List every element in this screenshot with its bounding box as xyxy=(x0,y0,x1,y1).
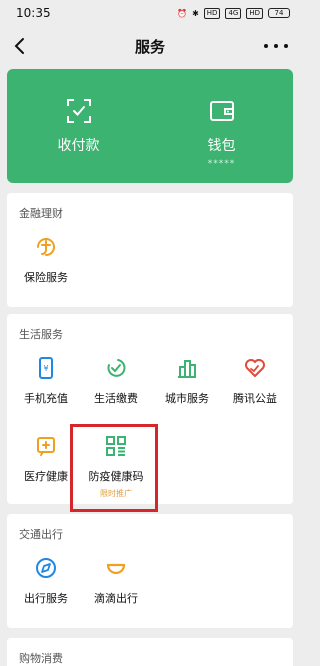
tile-travel[interactable]: 出行服务 xyxy=(13,556,79,630)
section-transport: 交通出行 出行服务 滴滴出行 xyxy=(7,514,293,628)
section-title-shopping: 购物消费 xyxy=(19,652,63,665)
more-options-icon[interactable] xyxy=(264,36,288,56)
tile-label: 城市服务 xyxy=(165,392,209,405)
back-icon[interactable] xyxy=(8,34,32,58)
city-service-icon xyxy=(178,360,196,378)
hd-indicator-2: HD xyxy=(246,7,263,19)
tile-label: 手机充值 xyxy=(24,392,68,405)
receive-pay-label: 收付款 xyxy=(57,138,100,154)
insurance-icon xyxy=(37,238,55,256)
scan-pay-icon xyxy=(66,99,91,123)
tile-utility-pay[interactable]: 生活缴费 xyxy=(83,356,149,430)
highlight-box xyxy=(70,424,158,512)
tile-insurance[interactable]: 保险服务 xyxy=(13,235,79,309)
nav-bar: 服务 xyxy=(0,26,300,66)
section-title-transport: 交通出行 xyxy=(19,528,63,541)
receive-pay-button[interactable]: 收付款 xyxy=(7,69,150,183)
hd-indicator: HD xyxy=(203,7,221,19)
travel-icon xyxy=(36,558,56,578)
tile-charity[interactable]: 腾讯公益 xyxy=(222,356,288,430)
status-bar: 10:35 ⏰ ✱ HD 4G HD 74 xyxy=(0,0,300,26)
svg-text:¥: ¥ xyxy=(43,364,48,373)
medical-icon xyxy=(37,437,55,456)
section-title-finance: 金融理财 xyxy=(19,207,63,220)
tile-label: 保险服务 xyxy=(24,271,68,284)
wallet-icon xyxy=(209,101,234,121)
wallet-balance-hidden: ***** xyxy=(207,159,236,169)
wallet-button[interactable]: 钱包 ***** xyxy=(150,69,293,183)
status-time: 10:35 xyxy=(16,6,51,20)
pay-card: 收付款 钱包 ***** xyxy=(7,69,293,183)
tile-phone-recharge[interactable]: ¥ 手机充值 xyxy=(13,356,79,430)
utility-pay-icon xyxy=(107,359,126,377)
tile-label: 滴滴出行 xyxy=(94,592,138,605)
tile-didi[interactable]: 滴滴出行 xyxy=(83,556,149,630)
network-indicator: 4G xyxy=(225,7,242,19)
page-title: 服务 xyxy=(134,37,165,56)
tile-label: 生活缴费 xyxy=(94,392,138,405)
battery-icon: 74 xyxy=(268,8,290,18)
didi-icon xyxy=(106,563,126,575)
tile-label: 医疗健康 xyxy=(24,470,68,483)
bluetooth-icon: ✱ xyxy=(192,8,199,18)
tile-label: 出行服务 xyxy=(24,592,68,605)
section-finance: 金融理财 保险服务 xyxy=(7,193,293,307)
phone-recharge-icon: ¥ xyxy=(39,357,53,379)
wallet-label: 钱包 xyxy=(207,138,236,154)
charity-icon xyxy=(245,359,265,377)
alarm-icon: ⏰ xyxy=(177,8,188,18)
section-shopping: 购物消费 xyxy=(7,638,293,666)
tile-label: 腾讯公益 xyxy=(233,392,277,405)
status-indicators: ⏰ ✱ HD 4G HD 74 xyxy=(177,7,290,19)
section-title-life: 生活服务 xyxy=(19,328,63,341)
tile-city-service[interactable]: 城市服务 xyxy=(154,356,220,430)
